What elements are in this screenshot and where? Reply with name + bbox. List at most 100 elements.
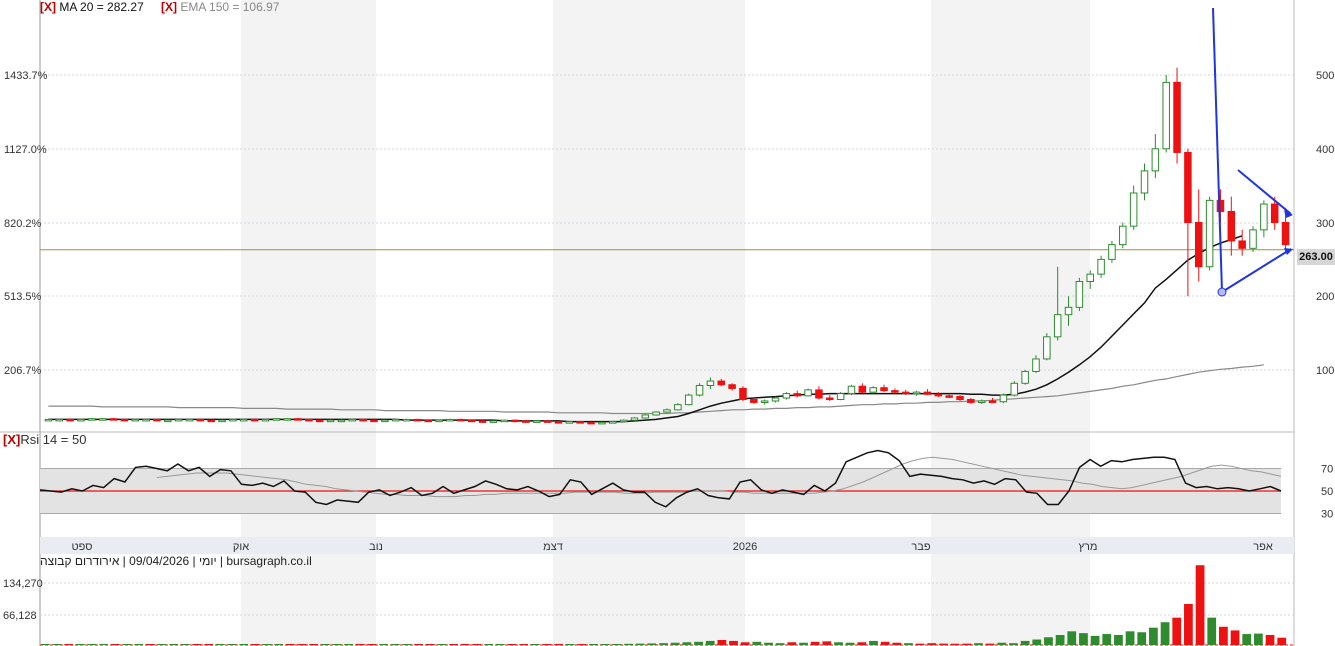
candle-body (782, 393, 791, 399)
volume-bar (367, 644, 377, 645)
volume-bar (1242, 634, 1252, 645)
volume-bar (180, 644, 190, 645)
candle-body (1032, 358, 1040, 372)
left-tick-label: 820.2% (4, 218, 42, 230)
candle-body (467, 419, 476, 423)
volume-bar (145, 644, 155, 645)
candle-body (1129, 192, 1138, 227)
left-tick-label: 1127.0% (4, 144, 47, 156)
volume-bar (134, 644, 144, 645)
volume-bar (880, 641, 890, 645)
left-tick-label: 1433.7% (4, 70, 48, 82)
volume-bar (787, 642, 797, 645)
candle-body (120, 418, 129, 422)
candle-body (500, 419, 508, 423)
candle-body (66, 418, 74, 422)
right-tick-label: 300 (1316, 218, 1334, 230)
candle-body (836, 393, 845, 401)
candle-body (565, 421, 574, 424)
candle-body (1097, 258, 1105, 275)
candle-body (522, 420, 530, 423)
left-tick-label: 206.7% (4, 365, 42, 377)
candle-body (869, 387, 877, 393)
right-tick-label: 100 (1316, 365, 1334, 377)
candle-body (652, 411, 660, 416)
volume-bar (624, 643, 633, 645)
candle-body (912, 391, 921, 395)
volume-bar (542, 644, 552, 645)
x-tick-label: מרץ (1079, 541, 1098, 553)
volume-bar (1254, 633, 1263, 645)
candle-body (1260, 203, 1268, 231)
volume-bar (425, 644, 435, 645)
right-tick-label: 500 (1316, 70, 1334, 82)
volume-bar (75, 644, 85, 645)
rsi-tick-label: 50 (1321, 486, 1333, 498)
candle-body (478, 420, 487, 423)
candle-body (663, 409, 671, 413)
volume-bar (344, 644, 353, 645)
volume-bar (740, 642, 750, 645)
volume-bar (157, 644, 167, 645)
candle-body (695, 384, 704, 396)
rsi-remove-button[interactable]: [X] (3, 432, 20, 447)
rsi-tick-label: 70 (1321, 464, 1333, 476)
candle-body (576, 421, 584, 424)
volume-bar (460, 644, 470, 645)
candle-body (240, 418, 248, 422)
x-axis-strip (40, 537, 1294, 554)
candle-body (511, 419, 519, 423)
volume-bar (1149, 627, 1158, 645)
candle-body (315, 419, 324, 423)
volume-bar (670, 642, 680, 645)
candle-body (207, 419, 215, 423)
candle-body (359, 418, 367, 422)
volume-bar (215, 644, 225, 645)
candle-body (804, 389, 812, 397)
month-band (931, 554, 1090, 646)
candle-body (424, 419, 433, 423)
volume-bar (402, 644, 412, 645)
volume-bar (612, 643, 622, 645)
volume-bar (764, 642, 773, 645)
candle-body (413, 418, 422, 422)
candle-body (489, 420, 498, 423)
volume-bar (1277, 637, 1287, 645)
candle-body (77, 418, 85, 422)
candle-body (956, 396, 964, 400)
volume-bar (274, 644, 284, 645)
volume-bar (1009, 643, 1018, 645)
right-tick-label: 400 (1316, 144, 1334, 156)
candle-body (684, 394, 693, 406)
candle-body (1281, 222, 1290, 246)
ma-remove-button[interactable]: [X] (40, 0, 56, 14)
x-tick-label: ספט (72, 541, 93, 553)
volume-bar (974, 643, 983, 645)
x-tick-label: 2026 (733, 541, 757, 553)
candle-body (717, 380, 726, 386)
ma-label: MA 20 = 282.27 (59, 0, 144, 14)
volume-bar (437, 644, 447, 645)
candle-body (1195, 222, 1203, 268)
candle-body (142, 418, 150, 422)
candle-body (1140, 170, 1149, 194)
candle-body (261, 418, 270, 422)
volume-bar (169, 644, 179, 645)
candle-body (305, 418, 313, 422)
candle-body (533, 420, 541, 423)
candle-body (109, 418, 118, 421)
candle-body (598, 421, 606, 425)
volume-bar (1020, 640, 1030, 645)
volume-bar (997, 642, 1007, 645)
ema-remove-button[interactable]: [X] (161, 0, 177, 14)
volume-bar (239, 644, 249, 645)
candle-body (728, 384, 736, 389)
volume-bar (507, 644, 517, 645)
candle-body (153, 418, 161, 422)
volume-bar (635, 643, 645, 645)
candle-body (88, 418, 96, 421)
candle-body (370, 419, 378, 423)
volume-bar (1114, 634, 1123, 645)
candle-body (608, 421, 617, 424)
candle-body (641, 414, 650, 419)
